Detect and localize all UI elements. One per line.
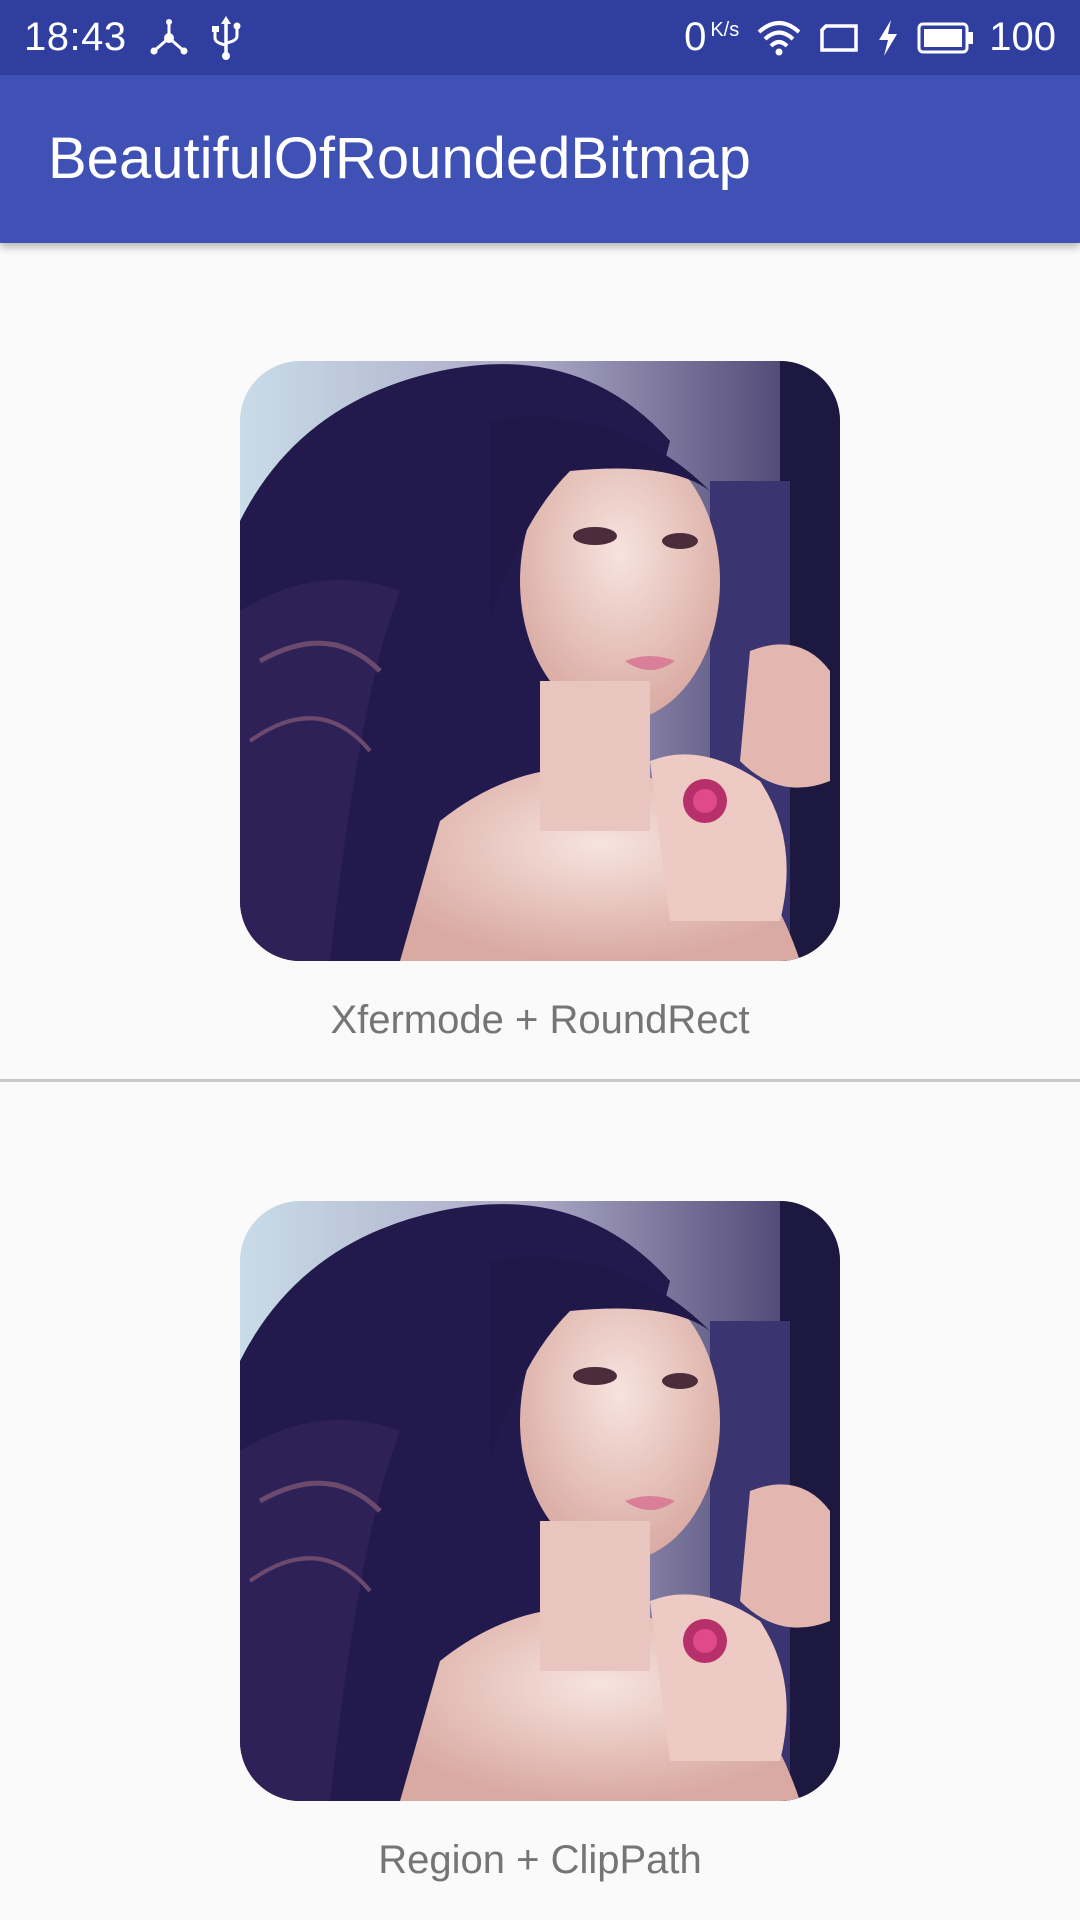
rounded-portrait-image-xfermode — [240, 361, 840, 961]
caption-xfermode: Xfermode + RoundRect — [330, 998, 750, 1042]
battery-icon — [917, 22, 974, 53]
rounded-portrait-image-clippath — [240, 1201, 840, 1801]
network-speed-value: 0 — [684, 15, 707, 59]
battery-percent: 100 — [989, 15, 1056, 59]
usb-debug-icon — [150, 18, 188, 54]
app-bar: BeautifulOfRoundedBitmap — [0, 75, 1080, 243]
portrait-photo — [240, 361, 840, 961]
status-time: 18:43 — [24, 15, 127, 59]
portrait-photo — [240, 1201, 840, 1801]
divider — [0, 1079, 1080, 1082]
network-speed: 0 K/s — [684, 15, 739, 60]
network-speed-unit: K/s — [710, 19, 740, 41]
app-title: BeautifulOfRoundedBitmap — [48, 126, 751, 191]
charging-icon — [879, 19, 898, 56]
wifi-icon — [757, 20, 801, 55]
status-left-group: 18:43 — [24, 15, 241, 60]
screen-rotate-icon — [820, 23, 858, 52]
caption-clippath: Region + ClipPath — [378, 1838, 702, 1882]
status-bar: 18:43 0 K/s 100 — [0, 0, 1080, 75]
status-right-group: 0 K/s 100 — [666, 15, 1056, 60]
usb-icon — [211, 15, 241, 60]
